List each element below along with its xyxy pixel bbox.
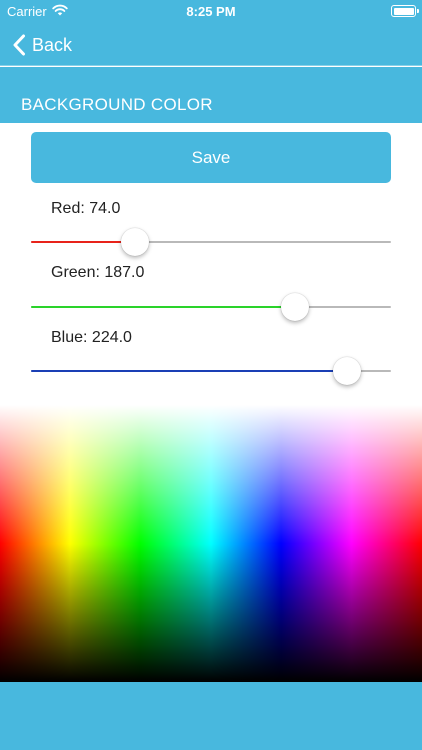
status-time: 8:25 PM bbox=[186, 4, 236, 19]
save-label: Save bbox=[191, 147, 231, 167]
red-slider-thumb[interactable] bbox=[121, 228, 150, 256]
green-slider-thumb[interactable] bbox=[281, 293, 309, 321]
red-slider[interactable] bbox=[31, 227, 391, 257]
status-bar: Carrier 8:25 PM bbox=[0, 0, 422, 24]
navigation-bar: Back bbox=[0, 24, 422, 66]
blue-slider[interactable] bbox=[31, 356, 391, 386]
red-slider-label: Red: 74.0 bbox=[51, 200, 121, 217]
blue-slider-fill bbox=[31, 370, 348, 372]
green-slider-label: Green: 187.0 bbox=[51, 264, 145, 281]
save-button[interactable]: Save bbox=[31, 132, 391, 183]
green-slider-fill bbox=[31, 306, 295, 308]
section-title: BACKGROUND COLOR bbox=[21, 95, 213, 114]
chevron-left-icon bbox=[13, 34, 25, 56]
section-header: BACKGROUND COLOR bbox=[0, 67, 422, 123]
screen: Carrier 8:25 PM Back BACKGROUND COLOR Sa… bbox=[0, 0, 422, 750]
green-slider[interactable] bbox=[31, 292, 391, 322]
back-button[interactable]: Back bbox=[12, 32, 72, 58]
back-label: Back bbox=[32, 34, 73, 55]
blue-slider-thumb[interactable] bbox=[333, 357, 362, 385]
battery-icon bbox=[391, 5, 419, 17]
blue-slider-label: Blue: 224.0 bbox=[51, 329, 132, 346]
bottom-bar bbox=[0, 682, 422, 750]
red-slider-fill bbox=[31, 241, 136, 243]
color-spectrum-picker[interactable] bbox=[0, 405, 422, 682]
